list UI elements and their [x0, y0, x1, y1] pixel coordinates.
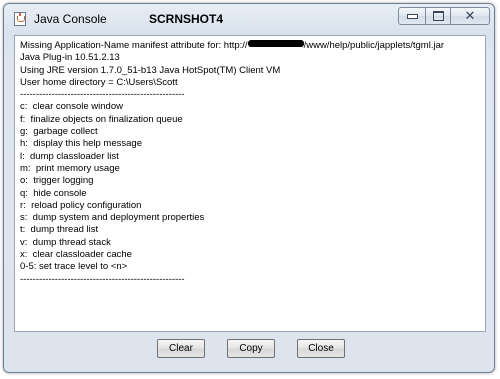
console-line: s: dump system and deployment properties	[20, 212, 205, 224]
console-line: ----------------------------------------…	[20, 89, 185, 101]
console-line: o: trigger logging	[20, 175, 94, 187]
redaction-mark	[247, 40, 304, 47]
console-line: v: dump thread stack	[20, 236, 111, 248]
button-bar: Clear Copy Close	[14, 332, 486, 364]
console-line: t: dump thread list	[20, 224, 99, 236]
window-close-button[interactable]: ✕	[450, 7, 490, 25]
console-line: c: clear console window	[20, 101, 123, 113]
maximize-button[interactable]	[425, 7, 451, 25]
console-line: f: finalize objects on finalization queu…	[20, 113, 183, 125]
console-line: Missing Application-Name manifest attrib…	[20, 40, 480, 52]
console-line: r: reload policy configuration	[20, 199, 142, 211]
copy-button[interactable]: Copy	[227, 339, 275, 358]
console-line: l: dump classloader list	[20, 150, 119, 162]
console-line: Using JRE version 1.7.0_51-b13 Java HotS…	[20, 64, 281, 76]
console-output[interactable]: Missing Application-Name manifest attrib…	[14, 35, 486, 332]
window-label: SCRNSHOT4	[149, 12, 224, 26]
console-line: User home directory = C:\Users\Scott	[20, 76, 178, 88]
title-bar[interactable]: Java Console SCRNSHOT4 ✕	[4, 4, 494, 34]
console-line-text: /www/help/public/japplets/tgml.jar	[303, 40, 445, 51]
close-button[interactable]: Close	[297, 339, 345, 358]
close-icon: ✕	[464, 8, 476, 24]
clear-button[interactable]: Clear	[157, 339, 205, 358]
console-line: 0-5: set trace level to <n>	[20, 261, 128, 273]
minimize-button[interactable]	[398, 7, 426, 25]
console-line: h: display this help message	[20, 138, 142, 150]
java-cup-icon	[14, 12, 26, 26]
console-line-text: Missing Application-Name manifest attrib…	[20, 40, 248, 51]
console-line: q: hide console	[20, 187, 87, 199]
console-line: ----------------------------------------…	[20, 273, 185, 285]
console-line: g: garbage collect	[20, 126, 98, 138]
console-line: x: clear classloader cache	[20, 249, 132, 261]
maximize-icon	[432, 11, 444, 21]
minimize-icon	[406, 13, 418, 19]
window-title: Java Console	[34, 12, 107, 26]
console-line: Java Plug-in 10.51.2.13	[20, 52, 120, 64]
java-console-window: Java Console SCRNSHOT4 ✕ Missing Applica…	[3, 3, 495, 373]
console-line: m: print memory usage	[20, 162, 120, 174]
